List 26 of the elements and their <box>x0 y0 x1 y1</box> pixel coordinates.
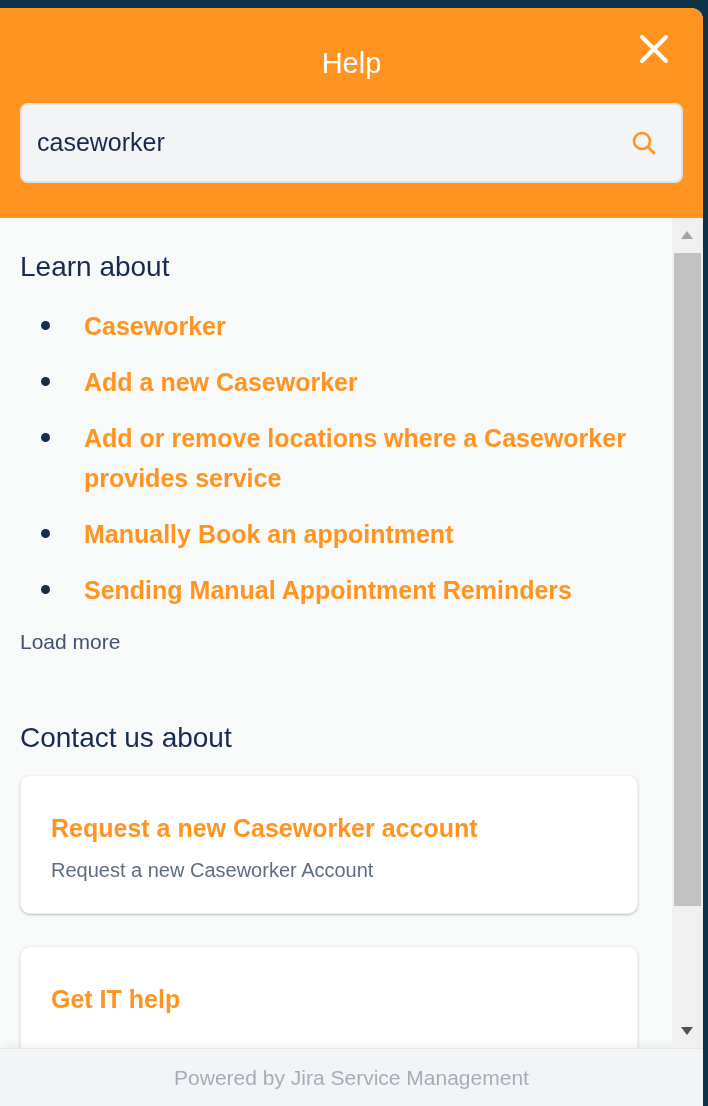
article-link[interactable]: Sending Manual Appointment Reminders <box>84 569 572 610</box>
scrollbar-thumb[interactable] <box>674 253 701 906</box>
request-title[interactable]: Request a new Caseworker account <box>51 809 607 848</box>
panel-title: Help <box>320 46 383 81</box>
bullet-icon <box>41 584 50 594</box>
article-link[interactable]: Manually Book an appointment <box>84 513 454 554</box>
bullet-icon <box>41 320 50 330</box>
scroll-down-icon[interactable] <box>680 1026 694 1036</box>
request-title[interactable]: Get IT help <box>51 981 607 1019</box>
request-description: Request a new Caseworker Account <box>51 858 375 884</box>
footer-text: Powered by Jira Service Management <box>0 1048 703 1106</box>
request-card[interactable]: Request a new Caseworker account Request a new Caseworker Account <box>20 774 638 915</box>
search-field[interactable]: caseworker <box>20 102 683 183</box>
load-more-link[interactable]: Load more <box>20 625 121 658</box>
bullet-icon <box>41 528 50 538</box>
bullet-icon <box>41 376 50 386</box>
request-card[interactable]: Get IT help <box>20 946 638 1048</box>
section-heading: Learn about <box>20 250 171 284</box>
section-heading: Contact us about <box>20 721 233 755</box>
bullet-icon <box>41 432 50 442</box>
search-icon[interactable] <box>631 129 657 156</box>
article-link[interactable]: Caseworker <box>84 305 226 346</box>
article-link[interactable]: Add or remove locations where a Caseworker provides service <box>84 417 638 498</box>
scrollbar[interactable] <box>672 218 703 1048</box>
article-link[interactable]: Add a new Caseworker <box>84 361 358 402</box>
scroll-up-icon[interactable] <box>680 230 694 240</box>
